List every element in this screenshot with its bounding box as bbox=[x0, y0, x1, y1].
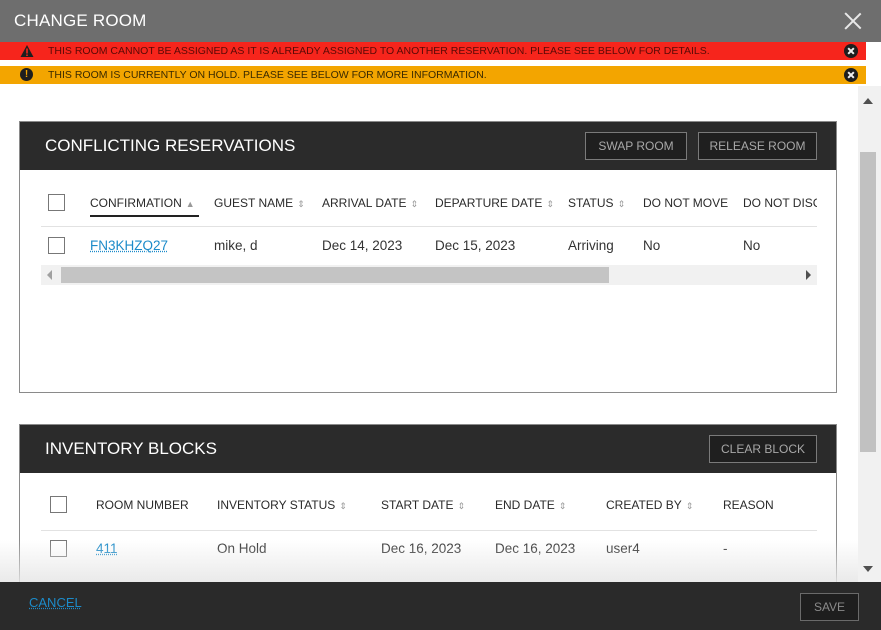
departure-date-cell: Dec 15, 2023 bbox=[435, 238, 516, 253]
sort-active-underline bbox=[90, 215, 199, 217]
select-all-conflicting-checkbox[interactable] bbox=[48, 194, 65, 211]
modal-content: CONFLICTING RESERVATIONS SWAP ROOM RELEA… bbox=[0, 86, 858, 582]
header-divider bbox=[41, 226, 817, 227]
release-room-button[interactable]: RELEASE ROOM bbox=[698, 132, 817, 160]
column-header-do-not-move[interactable]: DO NOT MOVE bbox=[643, 196, 728, 210]
do-not-move-cell: No bbox=[643, 238, 661, 253]
scroll-down-icon[interactable] bbox=[863, 566, 873, 572]
vertical-scroll-thumb[interactable] bbox=[860, 152, 876, 452]
column-header-start-date[interactable]: START DATE ⇕ bbox=[381, 498, 465, 512]
clear-block-button[interactable]: CLEAR BLOCK bbox=[709, 435, 817, 463]
exclamation-circle-icon: ! bbox=[20, 68, 33, 81]
inventory-panel-header: INVENTORY BLOCKS CLEAR BLOCK bbox=[20, 425, 836, 473]
close-icon[interactable] bbox=[843, 11, 863, 31]
column-header-end-date[interactable]: END DATE ⇕ bbox=[495, 498, 566, 512]
inventory-blocks-panel: INVENTORY BLOCKS CLEAR BLOCK ROOM NUMBER… bbox=[19, 424, 837, 582]
column-header-inventory-status[interactable]: INVENTORY STATUS ⇕ bbox=[217, 498, 347, 512]
column-header-reason[interactable]: REASON bbox=[723, 498, 774, 512]
status-cell: Arriving bbox=[568, 238, 614, 253]
end-date-cell: Dec 16, 2023 bbox=[495, 541, 576, 556]
select-all-inventory-checkbox[interactable] bbox=[50, 496, 67, 513]
scroll-up-icon[interactable] bbox=[863, 98, 873, 104]
row-checkbox[interactable] bbox=[48, 237, 65, 254]
confirmation-link[interactable]: FN3KHZQ27 bbox=[90, 238, 168, 253]
inventory-panel-title: INVENTORY BLOCKS bbox=[45, 439, 217, 458]
column-header-arrival-date[interactable]: ARRIVAL DATE ⇕ bbox=[322, 196, 418, 210]
conflicting-panel-header: CONFLICTING RESERVATIONS SWAP ROOM RELEA… bbox=[20, 122, 836, 170]
hold-alert: ! THIS ROOM IS CURRENTLY ON HOLD. PLEASE… bbox=[0, 66, 866, 84]
inventory-header-divider bbox=[41, 530, 817, 531]
arrival-date-cell: Dec 14, 2023 bbox=[322, 238, 403, 253]
cancel-button[interactable]: CANCEL bbox=[29, 595, 82, 610]
column-header-guest-name[interactable]: GUEST NAME ⇕ bbox=[214, 196, 305, 210]
column-header-do-not-disturb[interactable]: DO NOT DISC bbox=[743, 196, 817, 210]
start-date-cell: Dec 16, 2023 bbox=[381, 541, 462, 556]
modal-footer: CANCEL SAVE bbox=[0, 582, 881, 630]
inventory-status-cell: On Hold bbox=[217, 541, 267, 556]
dismiss-error-icon[interactable] bbox=[844, 44, 858, 58]
created-by-cell: user4 bbox=[606, 541, 640, 556]
error-alert: THIS ROOM CANNOT BE ASSIGNED AS IT IS AL… bbox=[0, 42, 866, 60]
scroll-left-icon[interactable] bbox=[47, 270, 52, 280]
warning-triangle-icon bbox=[20, 45, 34, 57]
column-header-created-by[interactable]: CREATED BY ⇕ bbox=[606, 498, 693, 512]
inventory-row-checkbox[interactable] bbox=[50, 540, 67, 557]
column-header-status[interactable]: STATUS ⇕ bbox=[568, 196, 625, 210]
conflicting-panel-title: CONFLICTING RESERVATIONS bbox=[45, 136, 296, 155]
column-header-confirmation[interactable]: CONFIRMATION ▲ bbox=[90, 196, 195, 210]
scroll-right-icon[interactable] bbox=[806, 270, 811, 280]
reason-cell: - bbox=[723, 541, 728, 556]
hold-alert-text: THIS ROOM IS CURRENTLY ON HOLD. PLEASE S… bbox=[48, 69, 487, 81]
conflicting-reservations-panel: CONFLICTING RESERVATIONS SWAP ROOM RELEA… bbox=[19, 121, 837, 393]
modal-header: CHANGE ROOM bbox=[0, 0, 881, 42]
dismiss-hold-icon[interactable] bbox=[844, 68, 858, 82]
horizontal-scroll-thumb[interactable] bbox=[61, 267, 609, 283]
horizontal-scrollbar[interactable] bbox=[41, 265, 817, 285]
swap-room-button[interactable]: SWAP ROOM bbox=[585, 132, 687, 160]
column-header-departure-date[interactable]: DEPARTURE DATE ⇕ bbox=[435, 196, 554, 210]
room-number-link[interactable]: 411 bbox=[96, 541, 118, 556]
error-alert-text: THIS ROOM CANNOT BE ASSIGNED AS IT IS AL… bbox=[48, 45, 710, 57]
do-not-disturb-cell: No bbox=[743, 238, 761, 253]
modal-title: CHANGE ROOM bbox=[14, 11, 147, 30]
vertical-scrollbar[interactable] bbox=[858, 86, 881, 582]
guest-name-cell: mike, d bbox=[214, 238, 258, 253]
save-button[interactable]: SAVE bbox=[800, 593, 859, 621]
column-header-room-number[interactable]: ROOM NUMBER bbox=[96, 498, 189, 512]
